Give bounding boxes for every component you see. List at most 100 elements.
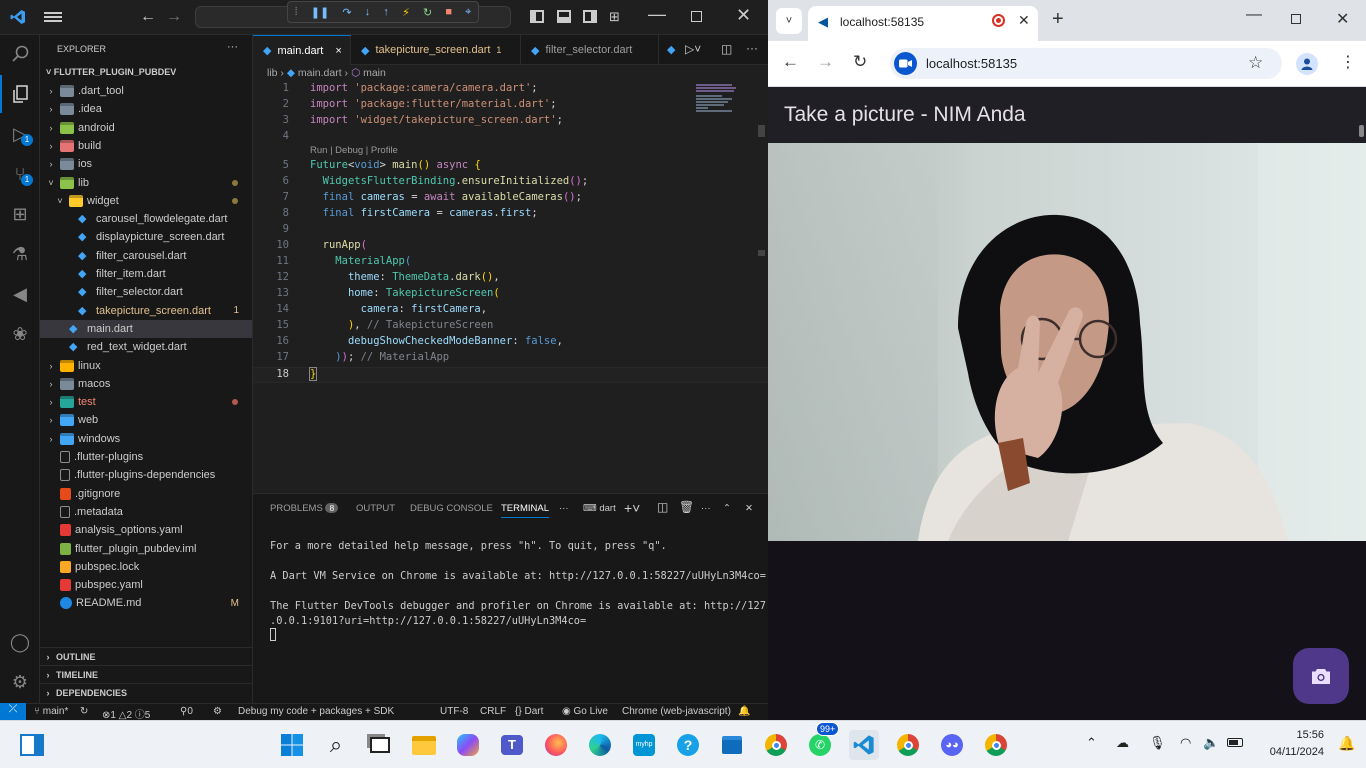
- tree-item-ios[interactable]: › ios: [40, 155, 252, 173]
- notifications-bell-icon[interactable]: 🔔: [1338, 735, 1355, 752]
- tree-item-pubspec-lock[interactable]: pubspec.lock: [40, 558, 252, 576]
- volume-icon[interactable]: 🔈: [1203, 735, 1219, 751]
- help-icon[interactable]: ?: [673, 730, 703, 760]
- tree-item-windows[interactable]: › windows: [40, 430, 252, 448]
- tab-problems[interactable]: PROBLEMS 8: [270, 503, 339, 514]
- code-line[interactable]: 10 runApp(: [253, 239, 768, 255]
- settings-gear-icon[interactable]: ⚙: [0, 663, 40, 701]
- discord-icon[interactable]: ◕◕: [937, 730, 967, 760]
- device[interactable]: Chrome (web-javascript): [622, 706, 731, 717]
- terminal-line[interactable]: .0.0.1:9101?uri=http://127.0.0.1:58227/u…: [270, 615, 586, 627]
- run-debug-icon[interactable]: ▷ 1: [0, 115, 40, 153]
- tree-item-red-text[interactable]: ◆ red_text_widget.dart: [40, 338, 252, 356]
- code-line[interactable]: 12 theme: ThemeData.dark(),: [253, 271, 768, 287]
- step-over-icon[interactable]: ↷: [342, 6, 351, 19]
- file-explorer-icon[interactable]: [409, 730, 439, 760]
- tab-takepicture[interactable]: ◆ takepicture_screen.dart 1: [351, 35, 521, 65]
- minimize-icon[interactable]: —: [1246, 6, 1262, 24]
- timeline-section[interactable]: › TIMELINE: [40, 665, 252, 683]
- project-root[interactable]: ˅ FLUTTER_PLUGIN_PUBDEV: [46, 67, 176, 77]
- step-into-icon[interactable]: ↓: [365, 6, 371, 18]
- tree-item-flutter-plugins[interactable]: .flutter-plugins: [40, 448, 252, 466]
- problems-status[interactable]: ⊗1 △2 ⓘ5: [102, 706, 150, 721]
- page-scrollbar[interactable]: [1359, 125, 1364, 137]
- ports-status[interactable]: ⚲0: [180, 706, 193, 717]
- explorer-icon[interactable]: [0, 75, 40, 113]
- code-line[interactable]: 9: [253, 223, 768, 239]
- clock-time[interactable]: 15:56: [1262, 729, 1324, 741]
- customize-layout-icon[interactable]: ⊞: [609, 9, 620, 25]
- testing-icon[interactable]: ⚗: [0, 235, 40, 273]
- new-tab-icon[interactable]: +: [1052, 8, 1064, 31]
- chrome-icon[interactable]: [981, 730, 1011, 760]
- tree-item-android[interactable]: › android: [40, 119, 252, 137]
- go-live[interactable]: ◉ Go Live: [562, 706, 608, 717]
- code-line[interactable]: 7 final cameras = await availableCameras…: [253, 191, 768, 207]
- tree-item-main[interactable]: ◆ main.dart: [40, 319, 252, 338]
- task-view-icon[interactable]: [365, 730, 395, 760]
- tree-item-pubspec-yaml[interactable]: pubspec.yaml: [40, 576, 252, 594]
- dependencies-section[interactable]: › DEPENDENCIES: [40, 683, 252, 701]
- debug-status-icon[interactable]: ⚙: [213, 706, 222, 717]
- copilot-icon[interactable]: [453, 730, 483, 760]
- stop-icon[interactable]: ■: [445, 6, 452, 18]
- step-out-icon[interactable]: ↑: [383, 6, 389, 18]
- onedrive-icon[interactable]: ☁: [1116, 735, 1129, 751]
- language-mode[interactable]: {} Dart: [515, 706, 543, 717]
- run-menu-icon[interactable]: ▷˅: [685, 42, 701, 56]
- tab-terminal[interactable]: TERMINAL: [501, 503, 550, 518]
- clock-date[interactable]: 04/11/2024: [1254, 746, 1324, 758]
- code-line[interactable]: 3 import 'widget/takepicture_screen.dart'…: [253, 114, 768, 130]
- extensions-icon[interactable]: ⊞: [0, 195, 40, 233]
- edge-icon[interactable]: [585, 730, 615, 760]
- close-window-icon[interactable]: ✕: [1336, 9, 1349, 29]
- tree-item-iml[interactable]: flutter_plugin_pubdev.iml: [40, 540, 252, 558]
- browser-tab[interactable]: ◀ localhost:58135 ✕: [808, 6, 1038, 41]
- tree-item-takepicture[interactable]: ◆ takepicture_screen.dart 1: [40, 302, 252, 320]
- close-window-icon[interactable]: ✕: [736, 5, 751, 26]
- tree-item-lib[interactable]: ˅ lib: [40, 174, 252, 192]
- code-line[interactable]: 8 final firstCamera = cameras.first;: [253, 207, 768, 223]
- tree-item-displaypicture[interactable]: ◆ displaypicture_screen.dart: [40, 228, 252, 246]
- code-line[interactable]: 6 WidgetsFlutterBinding.ensureInitialize…: [253, 175, 768, 191]
- chrome-menu-icon[interactable]: ⋮: [1340, 52, 1356, 72]
- split-terminal-icon[interactable]: ◫: [657, 500, 668, 514]
- tree-item-dart_tool[interactable]: › .dart_tool: [40, 82, 252, 100]
- outline-section[interactable]: › OUTLINE: [40, 647, 252, 665]
- tree-item-analysis[interactable]: analysis_options.yaml: [40, 521, 252, 539]
- code-line[interactable]: 13 home: TakepictureScreen(: [253, 287, 768, 303]
- terminal-selector[interactable]: ⌨ dart: [583, 503, 616, 514]
- task-view-widget-icon[interactable]: [17, 730, 47, 760]
- trash-icon[interactable]: 🗑: [679, 500, 694, 514]
- myhp-icon[interactable]: myhp: [629, 730, 659, 760]
- split-editor-icon[interactable]: ◫: [721, 42, 732, 56]
- toggle-panel-icon[interactable]: [557, 10, 571, 23]
- code-line[interactable]: 4: [253, 130, 768, 146]
- search-icon[interactable]: [0, 35, 40, 73]
- sync-icon[interactable]: ↻: [80, 706, 88, 717]
- chrome-icon[interactable]: [761, 730, 791, 760]
- remote-icon[interactable]: ⤫: [0, 703, 26, 720]
- bookmark-star-icon[interactable]: ☆: [1248, 53, 1263, 73]
- tree-item-gitignore[interactable]: .gitignore: [40, 485, 252, 503]
- reload-icon[interactable]: ↻: [853, 52, 867, 72]
- tree-item-filter-item[interactable]: ◆ filter_item.dart: [40, 265, 252, 283]
- chrome-icon[interactable]: [893, 730, 923, 760]
- restart-icon[interactable]: ↻: [423, 6, 432, 19]
- tree-item-filter-selector[interactable]: ◆ filter_selector.dart: [40, 283, 252, 301]
- drag-handle-icon[interactable]: ⁞: [295, 6, 298, 18]
- code-line[interactable]: 14 camera: firstCamera,: [253, 303, 768, 319]
- panel-more-icon[interactable]: ···: [559, 503, 569, 514]
- tree-item-carousel[interactable]: ◆ carousel_flowdelegate.dart: [40, 210, 252, 228]
- tab-debug-console[interactable]: DEBUG CONSOLE: [410, 503, 493, 514]
- encoding[interactable]: UTF-8: [440, 706, 468, 717]
- maximize-icon[interactable]: [1291, 14, 1301, 24]
- tab-close-icon[interactable]: ✕: [1018, 12, 1030, 29]
- battery-icon[interactable]: [1227, 738, 1243, 747]
- forward-arrow-icon[interactable]: →: [166, 8, 182, 26]
- tab-filter-selector[interactable]: ◆ filter_selector.dart: [521, 35, 659, 65]
- toggle-sidebar-icon[interactable]: [530, 10, 544, 23]
- tree-item-metadata[interactable]: .metadata: [40, 503, 252, 521]
- explorer-more-button[interactable]: ···: [227, 41, 238, 53]
- code-line-current[interactable]: 18}: [253, 367, 768, 383]
